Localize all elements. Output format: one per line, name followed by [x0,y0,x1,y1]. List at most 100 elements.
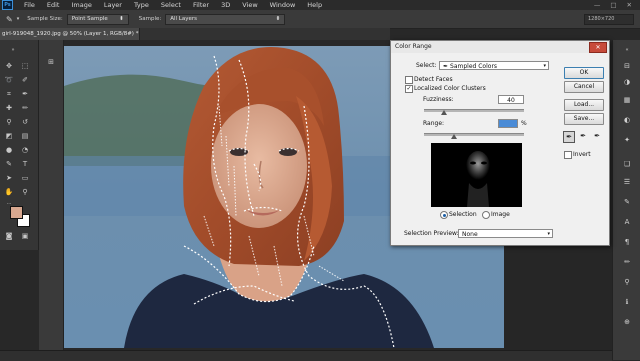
menu-edit[interactable]: Edit [41,1,66,9]
screen-mode-icon[interactable]: ▣ [18,230,32,242]
detect-faces-label: Detect Faces [414,76,453,83]
load-button[interactable]: Load... [564,99,604,111]
save-button[interactable]: Save... [564,113,604,125]
menu-filter[interactable]: Filter [187,1,215,9]
panel-collapse-icon[interactable]: « [620,44,634,56]
lasso-tool-icon[interactable]: ➰ [2,74,16,86]
workspace-search-field[interactable]: 1280×720 [584,13,634,25]
properties-panel-icon[interactable]: ⊞ [44,56,58,68]
sample-value: All Layers [170,15,197,22]
range-field[interactable] [498,119,518,128]
eyedropper-subtract-icon[interactable]: ✒ [592,131,602,141]
chevron-down-icon: ⬍ [119,15,124,22]
detect-faces-checkbox[interactable] [405,76,413,84]
sample-size-select[interactable]: Point Sample ⬍ [66,13,129,25]
collapsed-panel-strip: ⊞ [39,40,64,350]
menu-bar: Ps File Edit Image Layer Type Select Fil… [0,0,640,10]
adjustments-panel-icon[interactable]: ◐ [620,114,634,126]
healing-brush-tool-icon[interactable]: ✚ [2,102,16,114]
menu-image[interactable]: Image [65,1,97,9]
menu-3d[interactable]: 3D [215,1,236,9]
fuzziness-slider-track[interactable] [424,109,524,112]
move-tool-icon[interactable]: ✥ [2,60,16,72]
menu-type[interactable]: Type [128,1,155,9]
styles-panel-icon[interactable]: ✦ [620,134,634,146]
eyedropper-tool-icon[interactable]: ✎ [6,15,13,24]
brush-tool-icon[interactable]: ✏ [18,102,32,114]
channels-panel-icon[interactable]: ☰ [620,176,634,188]
invert-label: Invert [573,151,591,158]
shape-tool-icon[interactable]: ▭ [18,172,32,184]
range-slider-track[interactable] [424,133,524,136]
menu-window[interactable]: Window [264,1,302,9]
eyedropper-add-icon[interactable]: ✒ [578,131,588,141]
tool-preset-chevron-icon[interactable]: ▾ [17,16,20,22]
path-select-tool-icon[interactable]: ➤ [2,172,16,184]
history-brush-tool-icon[interactable]: ↺ [18,116,32,128]
menu-help[interactable]: Help [301,1,328,9]
blur-tool-icon[interactable]: ● [2,144,16,156]
sample-size-label: Sample Size: [27,16,63,22]
selection-preview-thumbnail [431,143,522,207]
selection-radio-label: Selection [449,211,477,218]
panel-collapse-icon[interactable]: » [6,44,20,56]
select-dropdown[interactable]: ✒ Sampled Colors ▾ [439,61,549,70]
layers-panel-icon[interactable]: ❏ [620,158,634,170]
menu-file[interactable]: File [18,1,41,9]
paragraph-panel-icon[interactable]: ¶ [620,236,634,248]
history-panel-icon[interactable]: ⊟ [620,60,634,72]
eraser-tool-icon[interactable]: ◩ [2,130,16,142]
tab-strip [140,28,390,40]
selection-radio[interactable] [440,211,448,219]
image-radio-label: Image [491,211,510,218]
options-bar: ✎ ▾ Sample Size: Point Sample ⬍ Sample: … [0,10,640,29]
swatches-panel-icon[interactable]: ▦ [620,94,634,106]
pen-tool-icon[interactable]: ✎ [2,158,16,170]
menu-layer[interactable]: Layer [98,1,128,9]
clone-source-panel-icon[interactable]: ⚲ [620,276,634,288]
chevron-down-icon: ▾ [543,63,546,69]
document-tab[interactable]: girl-919048_1920.jpg @ 50% (Layer 1, RGB… [0,28,148,40]
maximize-button[interactable]: □ [610,1,616,9]
clone-stamp-tool-icon[interactable]: ⚲ [2,116,16,128]
cancel-button[interactable]: Cancel [564,81,604,93]
image-radio[interactable] [482,211,490,219]
selection-preview-dropdown[interactable]: None ▾ [458,229,553,238]
close-window-button[interactable]: ✕ [627,1,632,9]
zoom-tool-icon[interactable]: ⚲ [18,186,32,198]
select-label: Select: [416,62,437,69]
character-panel-icon[interactable]: A [620,216,634,228]
chevron-down-icon: ⬍ [275,15,281,22]
dialog-close-button[interactable]: ✕ [589,42,607,53]
right-panel-strip: « ⊟ ◑ ▦ ◐ ✦ ❏ ☰ ✎ A ¶ ✏ ⚲ ℹ ⊕ [612,40,640,360]
fuzziness-slider-thumb[interactable] [441,110,447,115]
info-panel-icon[interactable]: ℹ [620,296,634,308]
photoshop-logo-icon: Ps [2,0,13,10]
hand-tool-icon[interactable]: ✋ [2,186,16,198]
gradient-tool-icon[interactable]: ▤ [18,130,32,142]
menu-select[interactable]: Select [155,1,187,9]
menu-view[interactable]: View [236,1,263,9]
window-controls: — □ ✕ [594,1,640,9]
type-tool-icon[interactable]: T [18,158,32,170]
fuzziness-field[interactable]: 40 [498,95,524,104]
brush-panel-icon[interactable]: ✏ [620,256,634,268]
range-slider-thumb[interactable] [451,134,457,139]
eyedropper-tool-icon[interactable]: ✒ [18,88,32,100]
invert-checkbox[interactable] [564,151,572,159]
navigator-panel-icon[interactable]: ⊕ [620,316,634,328]
localized-clusters-checkbox[interactable]: ✓ [405,85,413,93]
paths-panel-icon[interactable]: ✎ [620,196,634,208]
quick-mask-icon[interactable]: ◙ [2,230,16,242]
status-bar [0,350,612,361]
color-panel-icon[interactable]: ◑ [620,76,634,88]
crop-tool-icon[interactable]: ⌗ [2,88,16,100]
minimize-button[interactable]: — [594,1,601,9]
sample-select[interactable]: All Layers ⬍ [165,13,286,25]
ok-button[interactable]: OK [564,67,604,79]
foreground-color-swatch[interactable] [10,206,23,219]
eyedropper-sample-icon[interactable]: ✒ [563,131,575,143]
dodge-tool-icon[interactable]: ◔ [18,144,32,156]
marquee-tool-icon[interactable]: ⬚ [18,60,32,72]
quick-select-tool-icon[interactable]: ✐ [18,74,32,86]
